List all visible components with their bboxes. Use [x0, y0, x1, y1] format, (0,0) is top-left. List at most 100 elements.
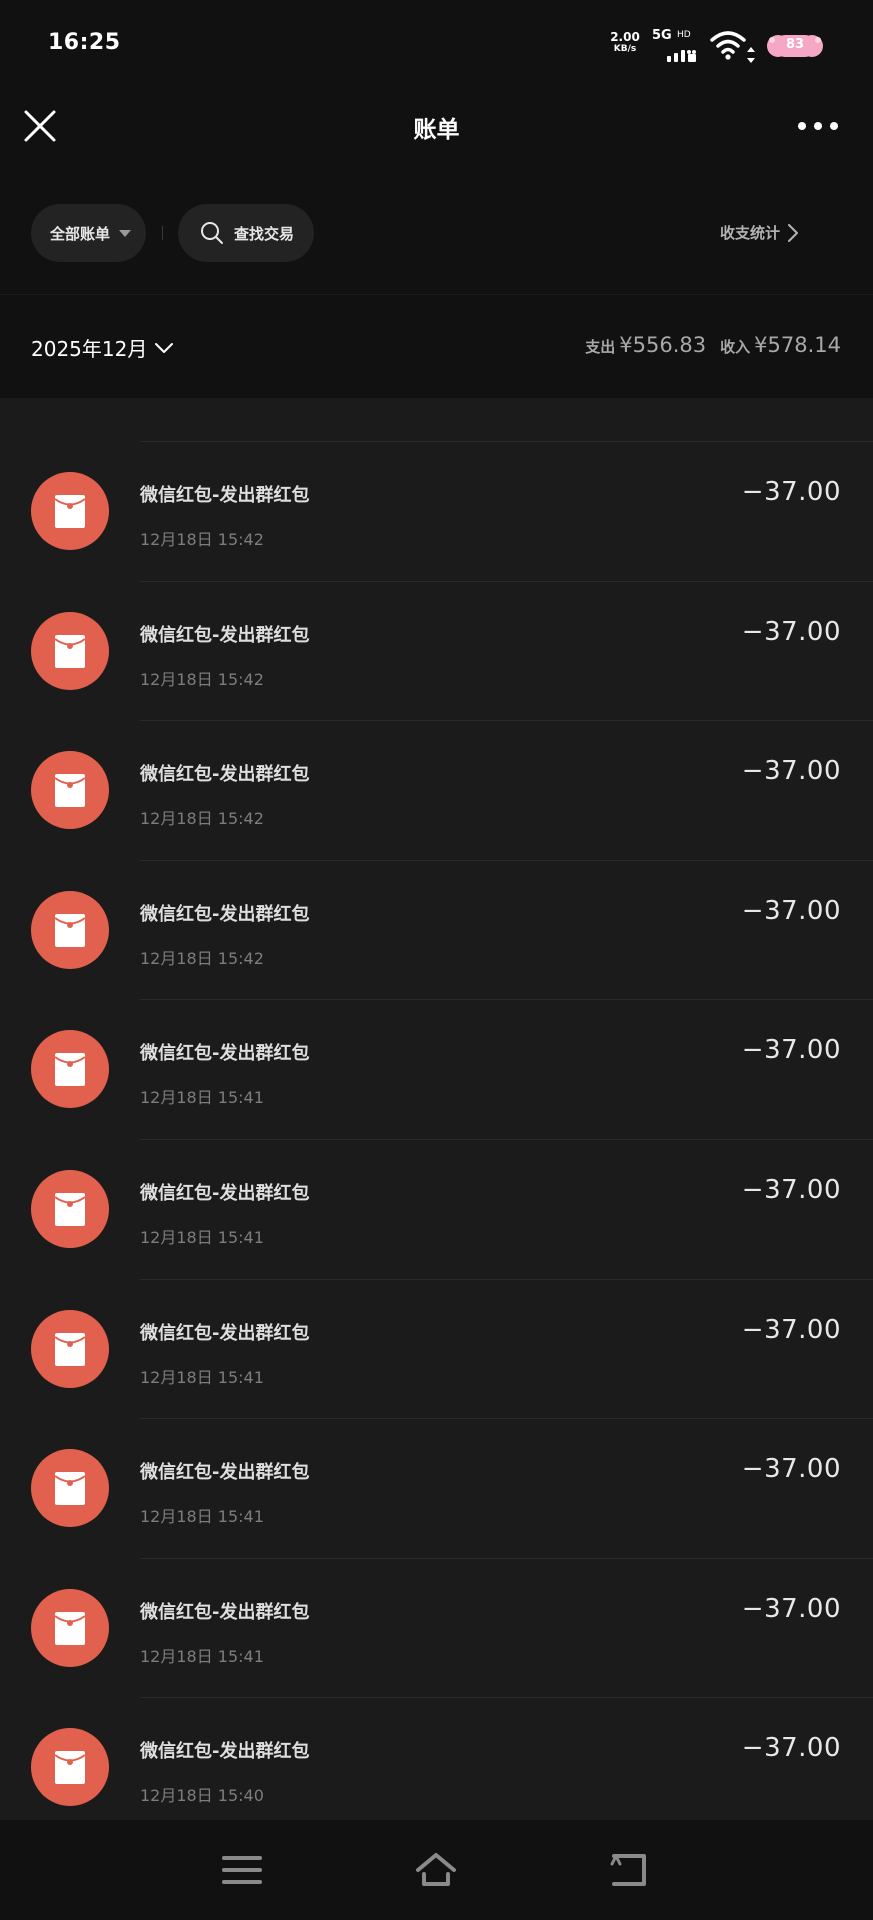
transaction-title: 微信红包-发出群红包 — [140, 1462, 310, 1483]
transaction-title: 微信红包-发出群红包 — [140, 764, 310, 785]
transaction-amount: −37.00 — [741, 1315, 841, 1345]
transaction-amount: −37.00 — [741, 896, 841, 926]
stats-label: 收支统计 — [720, 224, 781, 242]
transaction-amount: −37.00 — [741, 1733, 841, 1763]
all-bills-label: 全部账单 — [50, 224, 111, 243]
month-picker[interactable]: 2025年12月 — [31, 333, 174, 362]
transaction-time: 12月18日 15:41 — [140, 1228, 264, 1247]
status-time: 16:25 — [48, 30, 121, 55]
transaction-row[interactable]: 微信红包-发出群红包 12月18日 15:42 −37.00 — [0, 720, 873, 860]
chevron-down-icon — [155, 342, 174, 353]
transaction-title: 微信红包-发出群红包 — [140, 904, 310, 925]
transaction-row[interactable]: 微信红包-发出群红包 12月18日 15:40 −37.00 — [0, 1697, 873, 1820]
search-icon — [201, 222, 223, 244]
filter-bar: 全部账单 查找交易 收支统计 — [0, 204, 873, 295]
transaction-row[interactable]: 微信红包-发出群红包 12月18日 15:42 −37.00 — [0, 441, 873, 581]
network-speed-unit: KB/s — [613, 44, 637, 55]
transaction-title: 微信红包-发出群红包 — [140, 1323, 310, 1344]
row-divider — [140, 1558, 873, 1559]
red-packet-icon — [31, 891, 109, 969]
transaction-row[interactable]: 微信红包-发出群红包 12月18日 15:41 −37.00 — [0, 1139, 873, 1279]
home-icon[interactable] — [414, 1850, 458, 1890]
transaction-time: 12月18日 15:41 — [140, 1368, 264, 1387]
network-speed: 2.00 KB/s — [610, 30, 640, 55]
signal-icon — [667, 50, 696, 62]
income-amount: ¥578.14 — [754, 333, 841, 357]
network-speed-value: 2.00 — [610, 30, 640, 44]
transaction-row[interactable]: 微信红包-发出群红包 12月18日 15:41 −37.00 — [0, 1418, 873, 1558]
transaction-row[interactable]: 微信红包-发出群红包 12月18日 15:42 −37.00 — [0, 860, 873, 1000]
all-bills-filter[interactable]: 全部账单 — [31, 204, 146, 262]
red-packet-icon — [31, 751, 109, 829]
transaction-time: 12月18日 15:41 — [140, 1647, 264, 1666]
red-packet-icon — [31, 1589, 109, 1667]
month-label: 2025年12月 — [31, 337, 148, 361]
red-packet-icon — [31, 1310, 109, 1388]
app-bar: 账单 — [0, 92, 873, 204]
red-packet-icon — [31, 1030, 109, 1108]
row-divider — [140, 1139, 873, 1140]
red-packet-icon — [31, 1170, 109, 1248]
network-type: 5G — [652, 28, 672, 43]
transaction-time: 12月18日 15:41 — [140, 1507, 264, 1526]
more-icon[interactable] — [796, 118, 840, 134]
transaction-amount: −37.00 — [741, 1454, 841, 1484]
month-totals: 支出 ¥556.83 收入 ¥578.14 — [585, 333, 841, 357]
expense-amount: ¥556.83 — [619, 333, 707, 357]
transaction-time: 12月18日 15:41 — [140, 1088, 264, 1107]
back-icon[interactable] — [608, 1850, 652, 1890]
battery-level: 83 — [785, 37, 805, 52]
transaction-title: 微信红包-发出群红包 — [140, 1183, 310, 1204]
transaction-amount: −37.00 — [741, 1594, 841, 1624]
transaction-time: 12月18日 15:42 — [140, 809, 264, 828]
status-bar: 16:25 2.00 KB/s 5G HD 83 — [0, 0, 873, 92]
expense-label: 支出 — [585, 338, 616, 356]
transaction-amount: −37.00 — [741, 1175, 841, 1205]
transaction-title: 微信红包-发出群红包 — [140, 485, 310, 506]
row-divider — [140, 581, 873, 582]
filter-divider — [162, 226, 163, 240]
transaction-amount: −37.00 — [741, 617, 841, 647]
income-expense-stats-link[interactable]: 收支统计 — [720, 222, 799, 243]
red-packet-icon — [31, 472, 109, 550]
transaction-row[interactable]: 微信红包-发出群红包 12月18日 15:41 −37.00 — [0, 1279, 873, 1419]
menu-icon[interactable] — [220, 1850, 264, 1890]
transaction-list[interactable]: 微信红包-发出群红包 12月18日 15:42 −37.00 微信红包-发出群红… — [0, 300, 873, 1820]
row-divider — [140, 441, 873, 442]
transaction-time: 12月18日 15:42 — [140, 949, 264, 968]
chevron-right-icon — [788, 223, 799, 242]
data-activity-icon — [747, 47, 755, 63]
red-packet-icon — [31, 1449, 109, 1527]
transaction-row[interactable]: 微信红包-发出群红包 12月18日 15:41 −37.00 — [0, 999, 873, 1139]
row-divider — [140, 999, 873, 1000]
system-nav-bar — [0, 1820, 873, 1920]
red-packet-icon — [31, 1728, 109, 1806]
transaction-amount: −37.00 — [741, 477, 841, 507]
row-divider — [140, 1279, 873, 1280]
transaction-title: 微信红包-发出群红包 — [140, 625, 310, 646]
transaction-amount: −37.00 — [741, 756, 841, 786]
hd-label: HD — [677, 30, 691, 40]
transaction-time: 12月18日 15:42 — [140, 530, 264, 549]
transaction-title: 微信红包-发出群红包 — [140, 1741, 310, 1762]
transaction-time: 12月18日 15:42 — [140, 670, 264, 689]
row-divider — [140, 1697, 873, 1698]
transaction-time: 12月18日 15:40 — [140, 1786, 264, 1805]
transaction-title: 微信红包-发出群红包 — [140, 1043, 310, 1064]
red-packet-icon — [31, 612, 109, 690]
row-divider — [140, 1418, 873, 1419]
transaction-row[interactable]: 微信红包-发出群红包 12月18日 15:41 −37.00 — [0, 1558, 873, 1698]
screen: 16:25 2.00 KB/s 5G HD 83 账单 全部账单 查找交易 收支… — [0, 0, 873, 1920]
page-title: 账单 — [413, 117, 460, 143]
row-divider — [140, 720, 873, 721]
transaction-title: 微信红包-发出群红包 — [140, 1602, 310, 1623]
transaction-row[interactable]: 微信红包-发出群红包 12月18日 15:42 −37.00 — [0, 581, 873, 721]
search-transactions-button[interactable]: 查找交易 — [178, 204, 314, 262]
search-label: 查找交易 — [234, 224, 295, 243]
wifi-icon — [710, 31, 746, 60]
income-label: 收入 — [720, 338, 751, 356]
row-divider — [140, 860, 873, 861]
caret-down-icon — [119, 229, 132, 237]
month-summary-bar: 2025年12月 支出 ¥556.83 收入 ¥578.14 — [0, 295, 873, 398]
transaction-amount: −37.00 — [741, 1035, 841, 1065]
